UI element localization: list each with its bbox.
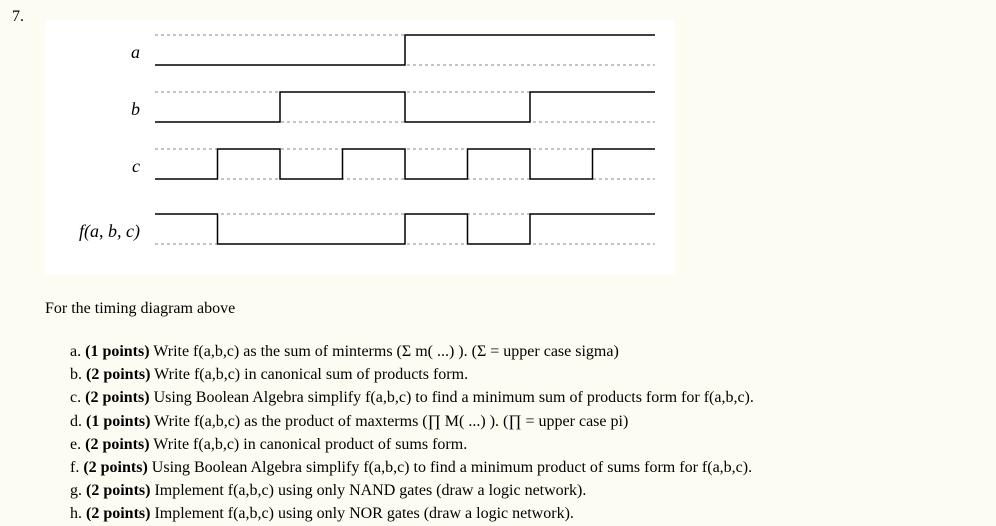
- part-h-label: h.: [70, 505, 82, 522]
- part-g-points: (2 points): [86, 482, 150, 499]
- part-d: d. (1 points) Write f(a,b,c) as the prod…: [70, 410, 754, 433]
- part-g-text: Implement f(a,b,c) using only NAND gates…: [150, 482, 586, 499]
- parts-list: a. (1 points) Write f(a,b,c) as the sum …: [70, 340, 754, 526]
- label-b: b: [45, 99, 155, 120]
- part-a: a. (1 points) Write f(a,b,c) as the sum …: [70, 340, 754, 363]
- question-number: 7.: [12, 8, 24, 26]
- part-f: f. (2 points) Using Boolean Algebra simp…: [70, 456, 754, 479]
- part-b-label: b.: [70, 366, 82, 383]
- part-b-text: Write f(a,b,c) in canonical sum of produ…: [150, 366, 468, 383]
- part-a-points: (1 points): [85, 343, 149, 360]
- part-d-label: d.: [70, 413, 82, 430]
- timing-diagram: a b c f(a, b, c): [45, 20, 675, 275]
- part-g: g. (2 points) Implement f(a,b,c) using o…: [70, 479, 754, 502]
- part-f-text: Using Boolean Algebra simplify f(a,b,c) …: [148, 459, 752, 476]
- waveform-b: [155, 87, 675, 132]
- intro-text: For the timing diagram above: [45, 300, 235, 318]
- waveform-row-f: f(a, b, c): [45, 209, 675, 254]
- waveform-f: [155, 209, 675, 254]
- part-c-text: Using Boolean Algebra simplify f(a,b,c) …: [150, 389, 754, 406]
- part-e: e. (2 points) Write f(a,b,c) in canonica…: [70, 433, 754, 456]
- part-c-points: (2 points): [85, 389, 149, 406]
- part-c-label: c.: [70, 389, 81, 406]
- part-e-text: Write f(a,b,c) in canonical product of s…: [150, 436, 468, 453]
- part-a-text: Write f(a,b,c) as the sum of minterms (Σ…: [150, 343, 619, 360]
- part-h-points: (2 points): [86, 505, 150, 522]
- part-h-text: Implement f(a,b,c) using only NOR gates …: [150, 505, 573, 522]
- waveform-a: [155, 30, 675, 75]
- part-b: b. (2 points) Write f(a,b,c) in canonica…: [70, 363, 754, 386]
- part-e-points: (2 points): [85, 436, 149, 453]
- part-g-label: g.: [70, 482, 82, 499]
- label-c: c: [45, 156, 155, 177]
- part-b-points: (2 points): [86, 366, 150, 383]
- label-a: a: [45, 42, 155, 63]
- part-d-text: Write f(a,b,c) as the product of maxterm…: [150, 413, 628, 430]
- waveform-row-b: b: [45, 87, 675, 132]
- waveform-row-a: a: [45, 30, 675, 75]
- part-f-label: f.: [70, 459, 79, 476]
- part-h: h. (2 points) Implement f(a,b,c) using o…: [70, 502, 754, 525]
- part-e-label: e.: [70, 436, 81, 453]
- waveform-c: [155, 144, 675, 189]
- label-f: f(a, b, c): [45, 221, 155, 242]
- part-f-points: (2 points): [83, 459, 147, 476]
- waveform-row-c: c: [45, 144, 675, 189]
- part-c: c. (2 points) Using Boolean Algebra simp…: [70, 386, 754, 409]
- part-d-points: (1 points): [86, 413, 150, 430]
- part-a-label: a.: [70, 343, 81, 360]
